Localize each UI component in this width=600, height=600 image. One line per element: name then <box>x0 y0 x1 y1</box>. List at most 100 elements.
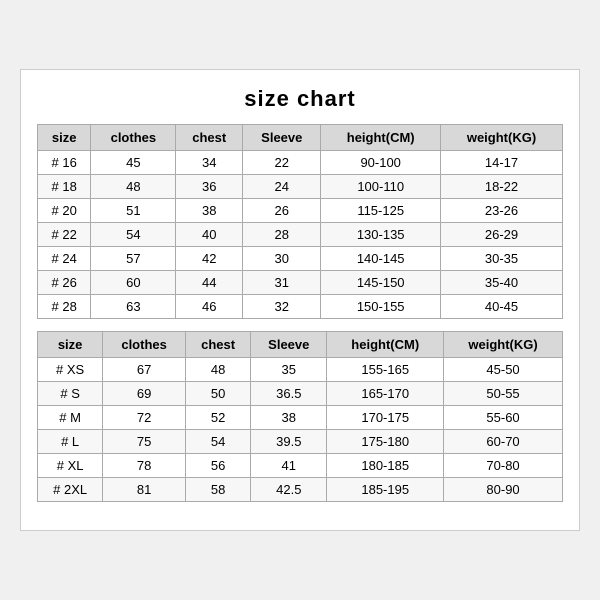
size-table-1: sizeclotheschestSleeveheight(CM)weight(K… <box>37 124 563 319</box>
table-cell: 54 <box>91 223 176 247</box>
table-cell: # 20 <box>38 199 91 223</box>
table1-col-header: clothes <box>91 125 176 151</box>
table1-col-header: size <box>38 125 91 151</box>
size-chart-card: size chart sizeclotheschestSleeveheight(… <box>20 69 580 531</box>
table-cell: 24 <box>243 175 321 199</box>
table-cell: 32 <box>243 295 321 319</box>
table-row: # 2XL815842.5185-19580-90 <box>38 478 563 502</box>
table-cell: 35-40 <box>441 271 563 295</box>
table-cell: # 18 <box>38 175 91 199</box>
table-cell: 145-150 <box>321 271 441 295</box>
table-cell: 45-50 <box>444 358 563 382</box>
table-row: # 22544028130-13526-29 <box>38 223 563 247</box>
table-cell: 38 <box>251 406 327 430</box>
table-cell: # M <box>38 406 103 430</box>
table-cell: 50 <box>185 382 250 406</box>
table-cell: 40-45 <box>441 295 563 319</box>
table-row: # 28634632150-15540-45 <box>38 295 563 319</box>
table-cell: 57 <box>91 247 176 271</box>
table-cell: 36 <box>176 175 243 199</box>
table-cell: 26-29 <box>441 223 563 247</box>
table2-col-header: chest <box>185 332 250 358</box>
table-cell: 78 <box>103 454 186 478</box>
table-cell: 72 <box>103 406 186 430</box>
table-row: # 26604431145-15035-40 <box>38 271 563 295</box>
table1-header-row: sizeclotheschestSleeveheight(CM)weight(K… <box>38 125 563 151</box>
size-table-2: sizeclotheschestSleeveheight(CM)weight(K… <box>37 331 563 502</box>
table-cell: 52 <box>185 406 250 430</box>
table-cell: 165-170 <box>327 382 444 406</box>
table-cell: 67 <box>103 358 186 382</box>
table-cell: 100-110 <box>321 175 441 199</box>
table-cell: 44 <box>176 271 243 295</box>
table2-col-header: size <box>38 332 103 358</box>
table-cell: 180-185 <box>327 454 444 478</box>
table-cell: 48 <box>185 358 250 382</box>
table-cell: 34 <box>176 151 243 175</box>
table1-col-header: weight(KG) <box>441 125 563 151</box>
table-cell: 150-155 <box>321 295 441 319</box>
table-row: # S695036.5165-17050-55 <box>38 382 563 406</box>
table1-col-header: height(CM) <box>321 125 441 151</box>
table-cell: 56 <box>185 454 250 478</box>
table-cell: 80-90 <box>444 478 563 502</box>
table-cell: 70-80 <box>444 454 563 478</box>
table1-col-header: chest <box>176 125 243 151</box>
table-cell: 39.5 <box>251 430 327 454</box>
table-cell: 60-70 <box>444 430 563 454</box>
table-row: # M725238170-17555-60 <box>38 406 563 430</box>
table-cell: 41 <box>251 454 327 478</box>
table-cell: 26 <box>243 199 321 223</box>
table-cell: 42.5 <box>251 478 327 502</box>
table-cell: # 28 <box>38 295 91 319</box>
table-cell: 55-60 <box>444 406 563 430</box>
table-cell: 30-35 <box>441 247 563 271</box>
table-row: # 18483624100-11018-22 <box>38 175 563 199</box>
table-cell: 42 <box>176 247 243 271</box>
table-cell: 23-26 <box>441 199 563 223</box>
table-row: # XL785641180-18570-80 <box>38 454 563 478</box>
table-cell: 38 <box>176 199 243 223</box>
table-cell: 185-195 <box>327 478 444 502</box>
table-cell: # XS <box>38 358 103 382</box>
table-cell: 175-180 <box>327 430 444 454</box>
table2-col-header: clothes <box>103 332 186 358</box>
table1-col-header: Sleeve <box>243 125 321 151</box>
table-cell: # 26 <box>38 271 91 295</box>
table-cell: 170-175 <box>327 406 444 430</box>
table-cell: 130-135 <box>321 223 441 247</box>
table-cell: 58 <box>185 478 250 502</box>
table-cell: 48 <box>91 175 176 199</box>
table-cell: 50-55 <box>444 382 563 406</box>
table-cell: # 24 <box>38 247 91 271</box>
table-cell: 28 <box>243 223 321 247</box>
table-cell: 54 <box>185 430 250 454</box>
table-cell: # S <box>38 382 103 406</box>
table-cell: 51 <box>91 199 176 223</box>
table-cell: 69 <box>103 382 186 406</box>
table-cell: 115-125 <box>321 199 441 223</box>
table-cell: 35 <box>251 358 327 382</box>
table-cell: # 22 <box>38 223 91 247</box>
table-cell: 46 <box>176 295 243 319</box>
table-cell: 63 <box>91 295 176 319</box>
table-row: # L755439.5175-18060-70 <box>38 430 563 454</box>
table-cell: 140-145 <box>321 247 441 271</box>
table-cell: # XL <box>38 454 103 478</box>
table-row: # 1645342290-10014-17 <box>38 151 563 175</box>
table-cell: 36.5 <box>251 382 327 406</box>
table-cell: # 16 <box>38 151 91 175</box>
table-cell: # 2XL <box>38 478 103 502</box>
table-cell: 75 <box>103 430 186 454</box>
table-row: # 24574230140-14530-35 <box>38 247 563 271</box>
table-cell: 45 <box>91 151 176 175</box>
table-cell: 22 <box>243 151 321 175</box>
table-row: # 20513826115-12523-26 <box>38 199 563 223</box>
table-cell: 60 <box>91 271 176 295</box>
table-cell: 155-165 <box>327 358 444 382</box>
table2-col-header: Sleeve <box>251 332 327 358</box>
table-cell: 31 <box>243 271 321 295</box>
table-cell: # L <box>38 430 103 454</box>
table2-header-row: sizeclotheschestSleeveheight(CM)weight(K… <box>38 332 563 358</box>
table-cell: 90-100 <box>321 151 441 175</box>
